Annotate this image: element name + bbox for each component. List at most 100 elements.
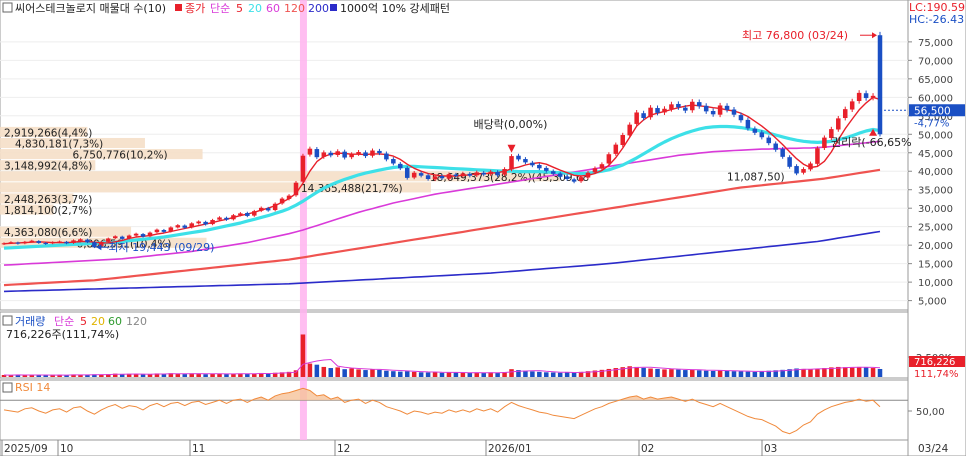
candle-body bbox=[849, 101, 855, 110]
volume-bar bbox=[724, 370, 730, 377]
rsi-tick-label: 50,00 bbox=[916, 407, 945, 418]
price-tick-label: 50,000 bbox=[918, 130, 953, 141]
volume-bar bbox=[140, 374, 146, 377]
candle-body bbox=[154, 229, 160, 233]
candle-body bbox=[321, 152, 327, 157]
volume-bar bbox=[849, 367, 855, 377]
candle-body bbox=[64, 241, 69, 244]
candle-body bbox=[85, 239, 90, 243]
candle-body bbox=[759, 132, 765, 138]
candle-body bbox=[842, 109, 848, 119]
pattern-legend-swatch bbox=[330, 4, 337, 11]
rsi-panel bbox=[0, 379, 909, 441]
volume-bar bbox=[717, 370, 723, 377]
candle-body bbox=[252, 211, 257, 216]
volume-bar bbox=[745, 371, 751, 377]
time-tick-label: 12 bbox=[337, 443, 350, 455]
volume-bar bbox=[870, 368, 876, 377]
price-tick-label: 10,000 bbox=[918, 278, 953, 289]
candle-body bbox=[870, 95, 876, 98]
volume-bar bbox=[648, 368, 653, 377]
time-tick-label: 2025/09 bbox=[4, 443, 48, 455]
candle-body bbox=[537, 164, 542, 169]
volume-bar bbox=[703, 370, 709, 377]
candle-body bbox=[182, 225, 188, 228]
price-tick-label: 15,000 bbox=[918, 260, 953, 271]
chart-svg: 1,814,100(2,7%)2,448,263(3,7%)14,365,488… bbox=[0, 0, 966, 457]
candle-body bbox=[578, 177, 584, 182]
price-tick-label: 35,000 bbox=[918, 186, 953, 197]
price-tick-label: 60,000 bbox=[918, 93, 953, 104]
candle-body bbox=[550, 171, 556, 174]
candle-body bbox=[196, 221, 201, 224]
candle-body bbox=[856, 92, 862, 102]
candle-body bbox=[863, 93, 869, 99]
volume-bar bbox=[550, 372, 556, 377]
volume-bar bbox=[217, 373, 222, 377]
volume-bar bbox=[863, 367, 869, 377]
price-tick-label: 65,000 bbox=[918, 75, 953, 86]
ma60-label: 60 bbox=[266, 2, 280, 15]
candle-body bbox=[328, 152, 334, 156]
volume-bar bbox=[224, 374, 229, 377]
candle-body bbox=[36, 241, 42, 243]
volume-bar bbox=[196, 373, 201, 377]
candle-body bbox=[377, 150, 382, 154]
volume-profile-label: 4,830,181(7,3%) bbox=[15, 139, 103, 151]
candle-body bbox=[418, 173, 424, 176]
candle-body bbox=[335, 151, 340, 155]
candle-body bbox=[599, 164, 605, 169]
candle-body bbox=[516, 155, 521, 160]
volume-bar bbox=[377, 369, 382, 377]
candle-body bbox=[231, 215, 236, 220]
volume-bar bbox=[759, 371, 765, 377]
candle-body bbox=[474, 172, 480, 176]
candle-body bbox=[822, 137, 827, 148]
hc-label: HC:-26.43 bbox=[909, 13, 964, 26]
candle-body bbox=[384, 153, 389, 160]
candle-body bbox=[738, 115, 744, 121]
candle-body bbox=[265, 208, 271, 211]
volume-bar bbox=[404, 371, 410, 377]
candle-body bbox=[307, 148, 313, 155]
candle-body bbox=[557, 173, 563, 177]
candle-body bbox=[683, 107, 688, 111]
candle-body bbox=[780, 149, 785, 157]
volume-bar bbox=[22, 375, 28, 377]
volume-bar bbox=[307, 363, 313, 377]
candle-body bbox=[439, 176, 445, 179]
candle-body bbox=[585, 172, 591, 178]
candle-body bbox=[815, 148, 820, 164]
candle-body bbox=[22, 241, 28, 244]
volume-bar bbox=[314, 364, 320, 377]
volume-bar bbox=[571, 372, 577, 377]
candle-body bbox=[140, 234, 146, 237]
candle-body bbox=[495, 171, 500, 176]
candle-body bbox=[453, 174, 459, 177]
close-legend-swatch bbox=[175, 4, 182, 11]
candle-body bbox=[210, 220, 215, 225]
volume-bar bbox=[384, 370, 389, 377]
candle-body bbox=[544, 167, 549, 171]
volume-ma-type: 단순 bbox=[54, 315, 74, 328]
candle-body bbox=[168, 227, 174, 232]
volume-bar bbox=[481, 372, 486, 377]
candle-body bbox=[272, 203, 278, 211]
candle-body bbox=[502, 169, 507, 175]
volume-bar bbox=[641, 367, 646, 377]
volume-bar bbox=[300, 334, 306, 377]
candle-body bbox=[481, 172, 486, 175]
candle-body bbox=[794, 166, 799, 174]
volume-bar bbox=[203, 374, 208, 377]
volume-bar bbox=[676, 369, 681, 377]
candle-body bbox=[258, 207, 264, 211]
time-tick-label: 2026/01 bbox=[488, 443, 532, 455]
volume-bar bbox=[425, 372, 431, 377]
candle-body bbox=[203, 221, 208, 225]
volume-latest-label: 716,226 bbox=[914, 357, 955, 368]
volume-bar bbox=[683, 370, 688, 377]
rights-annotation: 권리락(-66,65% bbox=[831, 136, 912, 149]
candle-body bbox=[432, 176, 438, 180]
price-tick-label: 5,000 bbox=[918, 297, 947, 308]
volume-bar bbox=[432, 372, 438, 377]
